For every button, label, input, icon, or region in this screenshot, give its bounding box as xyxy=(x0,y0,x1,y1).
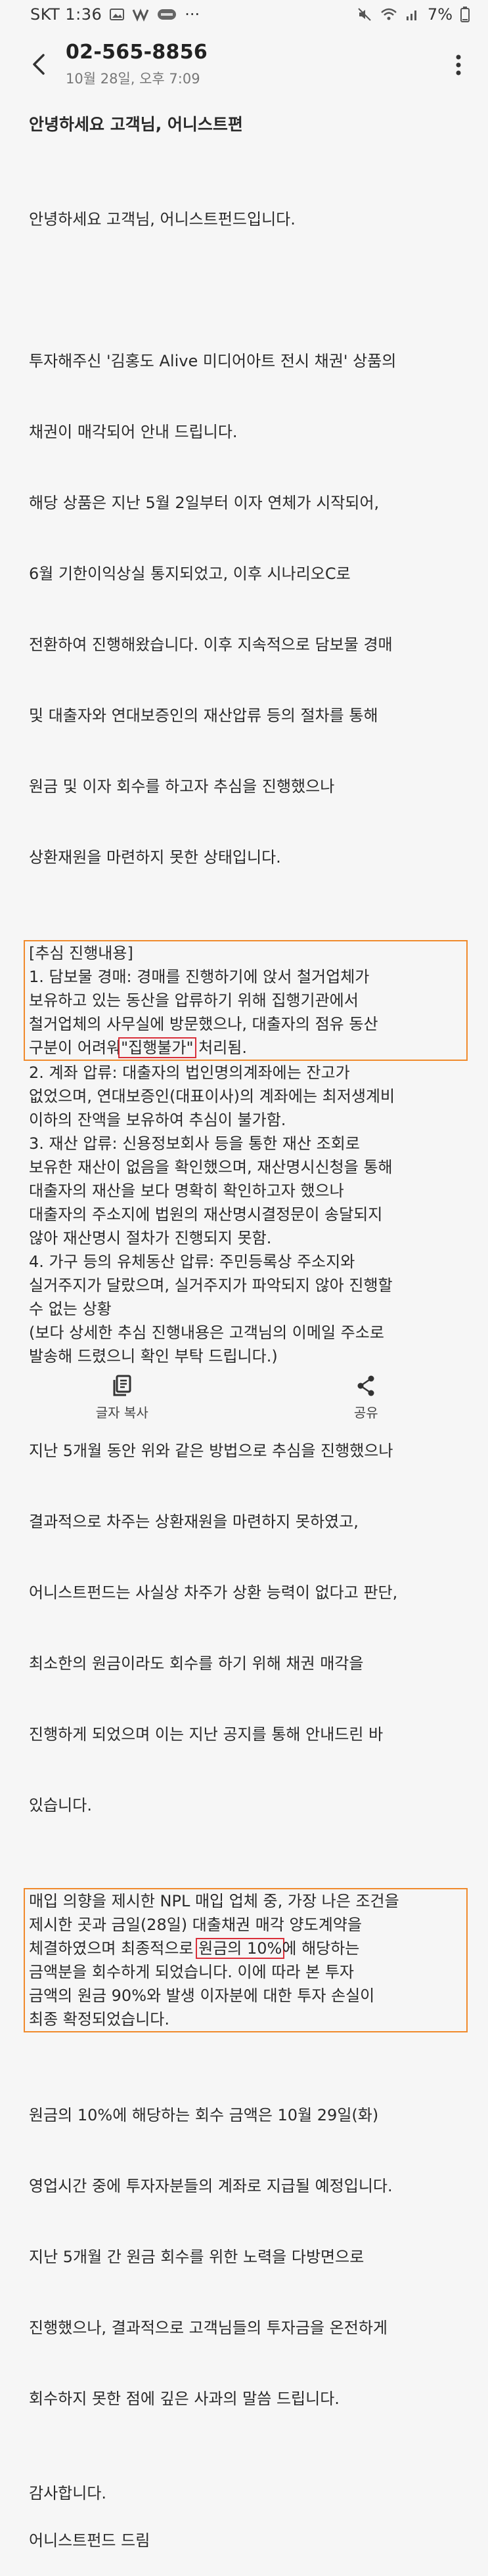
text-line: 어니스트펀드는 사실상 차주가 상환 능력이 없다고 판단, xyxy=(29,1583,398,1602)
text-line: 결과적으로 차주는 상환재원을 마련하지 못하였고, xyxy=(29,1513,359,1531)
text-line: 및 대출자와 연대보증인의 재산압류 등의 절차를 통해 xyxy=(29,706,378,725)
text-line: 원금의 10%에 해당하는 회수 금액은 10월 29일(화) xyxy=(29,2106,379,2124)
text-line: 해당 상품은 지난 5월 2일부터 이자 연체가 시작되어, xyxy=(29,494,380,512)
text-line: 회수하지 못한 점에 깊은 사과의 말씀 드립니다. xyxy=(29,2390,340,2408)
copy-text-icon xyxy=(113,1375,131,1396)
mall-icon xyxy=(157,7,177,22)
sale-result-highlight-box: 매입 의향을 제시한 NPL 매입 업체 중, 가장 나은 조건을 제시한 곳과… xyxy=(24,1888,468,2032)
carrier-time: SKT 1:36 xyxy=(30,5,102,24)
text-line: 원금 및 이자 회수를 하고자 추심을 진행했으나 xyxy=(29,777,335,796)
conversation-header: 02-565-8856 10월 28일, 오후 7:09 xyxy=(0,35,488,95)
intro-paragraph: 투자해주신 '김홍도 Alive 미디어아트 전시 채권' 상품의 채권이 매각… xyxy=(29,302,462,916)
app-notification-icon xyxy=(132,7,149,22)
text-line: 체결하였으며 최종적으로 원금의 10%에 해당하는 xyxy=(29,1937,462,1960)
text-line: 없었으며, 연대보증인(대표이사)의 계좌에는 최저생계비 xyxy=(29,1087,395,1106)
message-title: 안녕하세요 고객님, 어니스트편 xyxy=(29,115,243,134)
copy-text-button[interactable]: 글자 복사 xyxy=(56,1375,188,1421)
text-line: 3. 재산 압류: 신용정보회사 등을 통한 재산 조회로 xyxy=(29,1134,360,1153)
text-line: 구분이 어려워"집행불가" 처리됨. xyxy=(29,1036,462,1060)
text-fragment: 구분이 어려워 xyxy=(29,1039,122,1057)
text-line: 1. 담보물 경매: 경매를 진행하기에 앉서 철거업체가 xyxy=(29,968,370,986)
text-line: 않아 재산명시 절차가 진행되지 못함. xyxy=(29,1229,272,1247)
share-icon xyxy=(357,1375,374,1396)
text-fragment: 체결하였으며 최종적으로 xyxy=(29,1939,199,1958)
greeting-paragraph: 안녕하세요 고객님, 어니스트펀드입니다. xyxy=(29,160,462,278)
text-line: [추심 진행내용] xyxy=(29,944,133,962)
text-line: 대출자의 재산을 보다 명확히 확인하고자 했으나 xyxy=(29,1182,344,1200)
more-vertical-icon xyxy=(456,54,461,75)
text-line: 진행했으나, 결과적으로 고객님들의 투자금을 온전하게 xyxy=(29,2319,388,2337)
process-section: [추심 진행내용] 1. 담보물 경매: 경매를 진행하기에 앉서 철거업체가 … xyxy=(24,940,468,1368)
back-arrow-icon xyxy=(33,54,45,75)
text-line: 대출자의 주소지에 법원의 재산명시결정문이 송달되지 xyxy=(29,1205,383,1224)
copy-text-label: 글자 복사 xyxy=(95,1405,148,1421)
message-body: 안녕하세요 고객님, 어니스트편 안녕하세요 고객님, 어니스트펀드입니다. 투… xyxy=(24,113,468,2576)
bottom-action-bar: 글자 복사 공유 xyxy=(0,1365,488,1430)
status-left: SKT 1:36 ··· xyxy=(30,5,200,24)
text-line: 지난 5개월 간 원금 회수를 위한 노력을 다방면으로 xyxy=(29,2248,365,2266)
refund-paragraph: 원금의 10%에 해당하는 회수 금액은 10월 29일(화) 영업시간 중에 … xyxy=(29,2056,462,2458)
text-line: (보다 상세한 추심 진행내용은 고객님의 이메일 주소로 xyxy=(29,1323,384,1342)
text-line: 전환하여 진행해왔습니다. 이후 지속적으로 담보물 경매 xyxy=(29,635,393,654)
mute-icon xyxy=(357,7,372,22)
image-icon xyxy=(110,8,125,21)
share-label: 공유 xyxy=(353,1405,378,1421)
text-line: 투자해주신 '김홍도 Alive 미디어아트 전시 채권' 상품의 xyxy=(29,352,397,370)
text-line: 2. 계좌 압류: 대출자의 법인명의계좌에는 잔고가 xyxy=(29,1063,350,1082)
text-line: 지난 5개월 동안 위와 같은 방법으로 추심을 진행했으나 xyxy=(29,1442,393,1460)
text-line: 수 없는 상황 xyxy=(29,1300,112,1318)
text-line: 최소한의 원금이라도 회수를 하기 위해 채권 매각을 xyxy=(29,1654,364,1673)
text-fragment: 에 해당하는 xyxy=(282,1939,360,1958)
text-line: 금액분을 회수하게 되었습니다. 이에 따라 본 투자 xyxy=(29,1963,355,1981)
text-line: 영업시간 중에 투자자분들의 계좌로 지급될 예정입니다. xyxy=(29,2177,393,2195)
status-right: 7% xyxy=(357,5,470,24)
share-button[interactable]: 공유 xyxy=(300,1375,432,1421)
collection-process-highlight-box: [추심 진행내용] 1. 담보물 경매: 경매를 진행하기에 앉서 철거업체가 … xyxy=(24,940,468,1061)
battery-icon xyxy=(460,7,470,22)
more-notifications-icon: ··· xyxy=(185,5,200,24)
signature-line: 어니스트펀드 드림 xyxy=(29,2531,150,2550)
greeting-line: 안녕하세요 고객님, 어니스트펀드입니다. xyxy=(29,210,296,228)
status-bar: SKT 1:36 ··· 7% xyxy=(0,0,488,29)
text-line: 있습니다. xyxy=(29,1796,92,1814)
text-line: 금액의 원금 90%와 발생 이자분에 대한 투자 손실이 xyxy=(29,1986,375,2005)
sender-number: 02-565-8856 xyxy=(66,41,208,64)
text-line: 4. 가구 등의 유체동산 압류: 주민등록상 주소지와 xyxy=(29,1253,355,1271)
execution-impossible-highlight: "집행불가" xyxy=(118,1037,196,1058)
text-line: 매입 의향을 제시한 NPL 매입 업체 중, 가장 나은 조건을 xyxy=(29,1892,399,1910)
text-line: 최종 확정되었습니다. xyxy=(29,2010,169,2029)
signal-icon xyxy=(405,7,420,22)
back-button[interactable] xyxy=(24,50,53,79)
battery-percent: 7% xyxy=(427,5,453,24)
thanks-line: 감사합니다. xyxy=(29,2484,107,2502)
text-line: 이하의 잔액을 보유하여 추심이 불가함. xyxy=(29,1111,286,1129)
wifi-icon xyxy=(380,7,397,22)
text-line: 보유하고 있는 동산을 압류하기 위해 집행기관에서 xyxy=(29,991,359,1010)
more-options-button[interactable] xyxy=(449,49,468,81)
text-line: 채권이 매각되어 안내 드립니다. xyxy=(29,423,238,441)
text-line: 실거주지가 달랐으며, 실거주지가 파악되지 않아 진행할 xyxy=(29,1276,393,1295)
text-line: 진행하게 되었으며 이는 지난 공지를 통해 안내드린 바 xyxy=(29,1725,384,1744)
principal-10-percent-highlight: 원금의 10% xyxy=(196,1938,285,1959)
text-line: 보유한 재산이 없음을 확인했으며, 재산명시신청을 통해 xyxy=(29,1158,393,1176)
five-months-paragraph: 지난 5개월 동안 위와 같은 방법으로 추심을 진행했으나 결과적으로 차주는… xyxy=(29,1392,462,1864)
text-line: 6월 기한이익상실 통지되었고, 이후 시나리오C로 xyxy=(29,565,351,583)
text-line: 발송해 드렸으니 확인 부탁 드립니다.) xyxy=(29,1347,278,1365)
text-line: 상환재원을 마련하지 못한 상태입니다. xyxy=(29,848,281,867)
text-fragment: 처리됨. xyxy=(193,1039,248,1057)
message-date: 10월 28일, 오후 7:09 xyxy=(66,71,200,87)
text-line: 철거업체의 사무실에 방문했으나, 대출자의 점유 동산 xyxy=(29,1015,378,1033)
text-line: 제시한 곳과 금일(28일) 대출채권 매각 양도계약을 xyxy=(29,1916,362,1934)
